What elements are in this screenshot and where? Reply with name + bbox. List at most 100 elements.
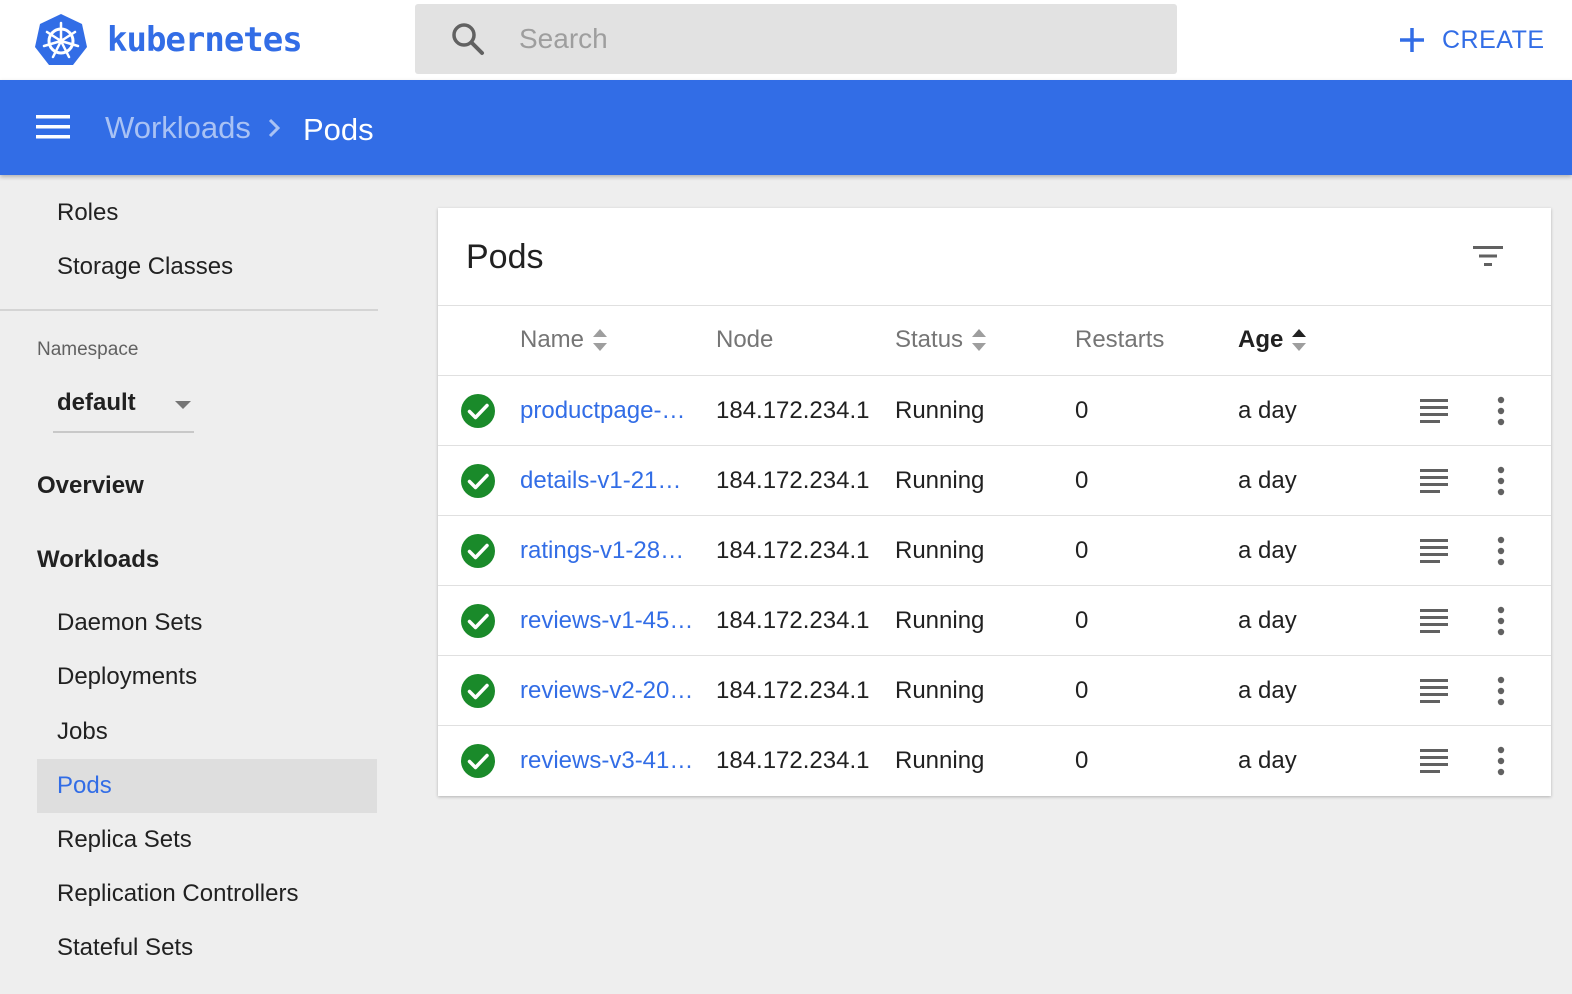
- pod-status: Running: [895, 677, 985, 704]
- table-row: details-v1-21… 184.172.234.1 Running 0 a…: [438, 445, 1551, 515]
- pod-name-link[interactable]: ratings-v1-28…: [520, 516, 684, 586]
- pod-restarts: 0: [1075, 397, 1089, 424]
- pod-status: Running: [895, 467, 985, 494]
- more-vert-icon[interactable]: [1492, 466, 1510, 496]
- table-row: productpage-… 184.172.234.1 Running 0 a …: [438, 375, 1551, 445]
- pod-status: Running: [895, 607, 985, 634]
- sidebar-item-roles[interactable]: Roles: [37, 186, 377, 240]
- sort-icon: [972, 329, 987, 351]
- card-title: Pods: [466, 238, 544, 276]
- column-header-name[interactable]: Name: [520, 326, 608, 354]
- pod-node: 184.172.234.1: [716, 537, 870, 564]
- pod-node: 184.172.234.1: [716, 607, 870, 634]
- namespace-label: Namespace: [37, 339, 139, 360]
- breadcrumb-bar: Workloads Pods: [0, 80, 1572, 175]
- column-header-restarts: Restarts: [1075, 326, 1164, 354]
- pod-name-link[interactable]: productpage-…: [520, 376, 685, 446]
- dropdown-arrow-icon: [175, 401, 191, 409]
- sidebar-item-daemon-sets[interactable]: Daemon Sets: [37, 596, 377, 650]
- logs-icon[interactable]: [1420, 678, 1448, 704]
- pod-age: a day: [1238, 747, 1297, 774]
- column-header-restarts-label: Restarts: [1075, 326, 1165, 353]
- table-row: ratings-v1-28… 184.172.234.1 Running 0 a…: [438, 515, 1551, 585]
- pod-name-link[interactable]: reviews-v2-20…: [520, 656, 693, 726]
- namespace-value: default: [57, 389, 136, 416]
- pod-age: a day: [1238, 607, 1297, 634]
- column-header-status-label: Status: [895, 326, 964, 353]
- column-header-node-label: Node: [716, 326, 774, 353]
- sidebar-item-jobs[interactable]: Jobs: [37, 705, 377, 759]
- pod-age: a day: [1238, 537, 1297, 564]
- logs-icon[interactable]: [1420, 748, 1448, 774]
- table-row: reviews-v3-41… 184.172.234.1 Running 0 a…: [438, 725, 1551, 795]
- card-divider: [438, 305, 1551, 306]
- column-header-age-label: Age: [1238, 326, 1284, 353]
- logs-icon[interactable]: [1420, 608, 1448, 634]
- sidebar-item-pods[interactable]: Pods: [37, 759, 377, 813]
- pod-node: 184.172.234.1: [716, 397, 870, 424]
- pod-name-link[interactable]: details-v1-21…: [520, 446, 681, 516]
- check-circle-icon: [461, 464, 495, 498]
- more-vert-icon[interactable]: [1492, 536, 1510, 566]
- pod-restarts: 0: [1075, 467, 1089, 494]
- chevron-right-icon: [268, 118, 281, 138]
- sidebar-item-stateful-sets[interactable]: Stateful Sets: [37, 921, 377, 975]
- kubernetes-logo-icon[interactable]: [34, 13, 88, 67]
- top-bar: kubernetes CREATE: [0, 0, 1572, 80]
- pod-status: Running: [895, 397, 985, 424]
- sidebar-item-workloads[interactable]: Workloads: [37, 546, 159, 574]
- pod-restarts: 0: [1075, 537, 1089, 564]
- more-vert-icon[interactable]: [1492, 606, 1510, 636]
- more-vert-icon[interactable]: [1492, 396, 1510, 426]
- pod-status: Running: [895, 747, 985, 774]
- sort-ascending-icon: [1292, 329, 1307, 351]
- column-header-node: Node: [716, 326, 773, 354]
- pod-node: 184.172.234.1: [716, 677, 870, 704]
- hamburger-menu-icon[interactable]: [36, 113, 70, 141]
- sidebar-item-replica-sets[interactable]: Replica Sets: [37, 813, 377, 867]
- check-circle-icon: [461, 604, 495, 638]
- more-vert-icon[interactable]: [1492, 676, 1510, 706]
- table-row: reviews-v2-20… 184.172.234.1 Running 0 a…: [438, 655, 1551, 725]
- pod-name-link[interactable]: reviews-v3-41…: [520, 726, 693, 796]
- sidebar: Roles Storage Classes Namespace default …: [0, 175, 400, 994]
- column-header-age[interactable]: Age: [1238, 326, 1307, 354]
- namespace-select[interactable]: default: [53, 383, 194, 433]
- sort-icon: [593, 329, 608, 351]
- search-icon: [452, 23, 484, 55]
- create-label: CREATE: [1442, 25, 1545, 54]
- sidebar-item-deployments[interactable]: Deployments: [37, 650, 377, 704]
- column-header-status[interactable]: Status: [895, 326, 987, 354]
- pod-restarts: 0: [1075, 607, 1089, 634]
- column-header-name-label: Name: [520, 326, 585, 353]
- pod-node: 184.172.234.1: [716, 747, 870, 774]
- filter-icon[interactable]: [1472, 244, 1504, 268]
- check-circle-icon: [461, 534, 495, 568]
- logs-icon[interactable]: [1420, 468, 1448, 494]
- pod-status: Running: [895, 537, 985, 564]
- sidebar-item-replication-controllers[interactable]: Replication Controllers: [37, 867, 377, 921]
- logs-icon[interactable]: [1420, 398, 1448, 424]
- pod-age: a day: [1238, 677, 1297, 704]
- sidebar-item-overview[interactable]: Overview: [37, 472, 144, 500]
- search-input[interactable]: [519, 4, 1159, 74]
- pod-age: a day: [1238, 467, 1297, 494]
- pod-age: a day: [1238, 397, 1297, 424]
- more-vert-icon[interactable]: [1492, 746, 1510, 776]
- plus-icon: [1400, 28, 1424, 52]
- table-row: reviews-v1-45… 184.172.234.1 Running 0 a…: [438, 585, 1551, 655]
- sidebar-divider: [0, 309, 378, 311]
- pod-restarts: 0: [1075, 677, 1089, 704]
- pods-card: Pods Name Node Status Restarts Age produ…: [438, 208, 1551, 796]
- pod-restarts: 0: [1075, 747, 1089, 774]
- pod-node: 184.172.234.1: [716, 467, 870, 494]
- pod-name-link[interactable]: reviews-v1-45…: [520, 586, 693, 656]
- brand-name[interactable]: kubernetes: [107, 20, 303, 60]
- sidebar-item-storage-classes[interactable]: Storage Classes: [37, 240, 377, 294]
- check-circle-icon: [461, 394, 495, 428]
- create-button[interactable]: CREATE: [1396, 18, 1545, 62]
- breadcrumb-workloads[interactable]: Workloads: [105, 110, 251, 146]
- check-circle-icon: [461, 674, 495, 708]
- logs-icon[interactable]: [1420, 538, 1448, 564]
- check-circle-icon: [461, 744, 495, 778]
